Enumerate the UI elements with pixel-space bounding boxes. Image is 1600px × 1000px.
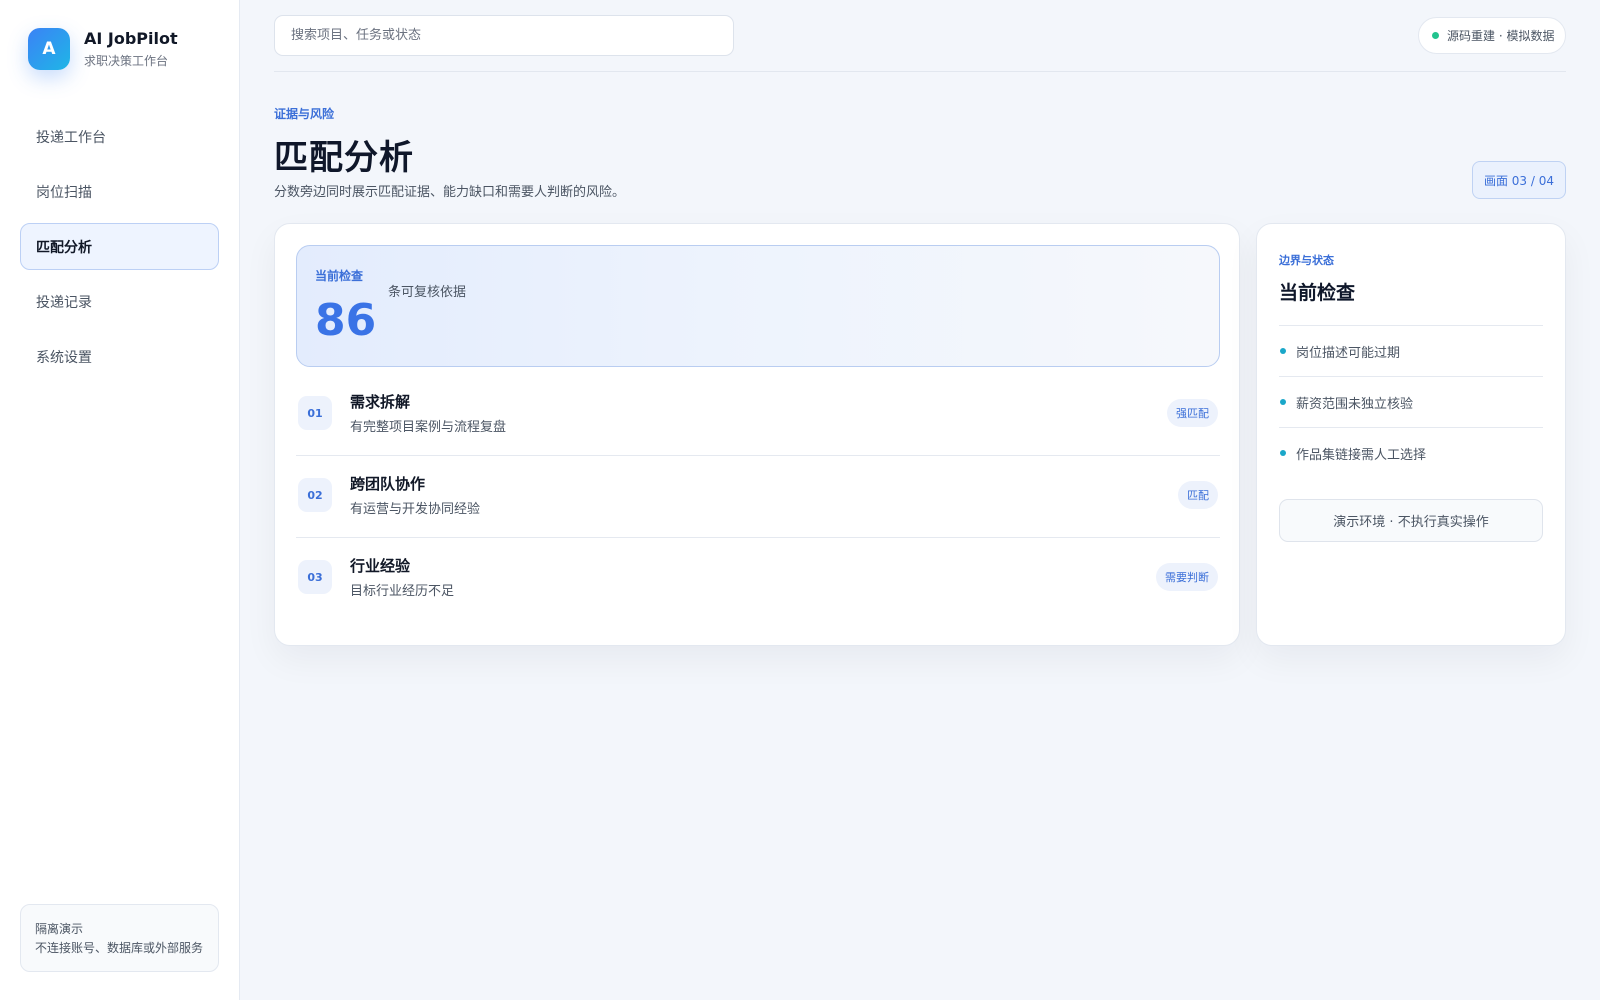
page-eyebrow: 证据与风险 [274, 107, 335, 121]
metric-caption: 条可复核依据 [388, 285, 467, 300]
risk-item: 岗位描述可能过期 [1279, 325, 1543, 376]
sidebar-item-match-analysis[interactable]: 匹配分析 [20, 223, 219, 270]
match-tag: 匹配 [1178, 481, 1218, 509]
row-title: 行业经验 [350, 557, 411, 575]
match-tag: 需要判断 [1156, 563, 1218, 591]
isolation-note: 隔离演示 不连接账号、数据库或外部服务 [20, 904, 219, 972]
sidebar: A AI JobPilot 求职决策工作台 投递工作台 岗位扫描 匹配分析 投递… [0, 0, 240, 1000]
risk-item-text: 作品集链接需人工选择 [1296, 447, 1427, 463]
risk-item-text: 岗位描述可能过期 [1296, 345, 1401, 361]
metric-label: 当前检查 [315, 269, 364, 283]
risk-item: 作品集链接需人工选择 [1279, 427, 1543, 478]
row-description: 目标行业经历不足 [350, 584, 455, 599]
status-pill: 源码重建 · 模拟数据 [1418, 17, 1566, 54]
risk-item: 薪资范围未独立核验 [1279, 376, 1543, 427]
row-number: 03 [298, 560, 332, 594]
metric-value: 86 [315, 295, 377, 346]
row-title: 跨团队协作 [350, 475, 426, 493]
status-dot-icon [1432, 32, 1439, 39]
bullet-icon [1280, 348, 1286, 354]
screen-badge: 画面 03 / 04 [1472, 161, 1566, 199]
search-input[interactable] [274, 15, 734, 56]
status-text: 源码重建 · 模拟数据 [1447, 29, 1555, 43]
top-divider [274, 71, 1566, 72]
sidebar-nav: 投递工作台 岗位扫描 匹配分析 投递记录 系统设置 [20, 113, 219, 388]
list-item[interactable]: 02 跨团队协作 有运营与开发协同经验 匹配 [296, 456, 1220, 538]
isolation-note-text: 不连接账号、数据库或外部服务 [35, 941, 204, 955]
sidebar-item-dashboard[interactable]: 投递工作台 [20, 113, 219, 160]
sidebar-item-settings[interactable]: 系统设置 [20, 333, 219, 380]
sidebar-item-job-scan[interactable]: 岗位扫描 [20, 168, 219, 215]
row-number: 01 [298, 396, 332, 430]
side-eyebrow: 边界与状态 [1279, 254, 1334, 267]
match-tag: 强匹配 [1167, 399, 1218, 427]
isolation-note-title: 隔离演示 [35, 922, 84, 936]
boundary-card: 边界与状态 当前检查 岗位描述可能过期 薪资范围未独立核验 作品集链接需人工选择… [1256, 223, 1566, 646]
side-title: 当前检查 [1279, 282, 1356, 304]
page-description: 分数旁边同时展示匹配证据、能力缺口和需要人判断的风险。 [274, 185, 626, 200]
row-title: 需求拆解 [350, 393, 411, 411]
app-title: AI JobPilot [84, 29, 178, 48]
row-number: 02 [298, 478, 332, 512]
app-subtitle: 求职决策工作台 [84, 54, 169, 68]
row-description: 有完整项目案例与流程复盘 [350, 420, 507, 435]
row-description: 有运营与开发协同经验 [350, 502, 481, 517]
bullet-icon [1280, 450, 1286, 456]
metric-panel: 当前检查 86 条可复核依据 [296, 245, 1220, 367]
demo-environment-notice: 演示环境 · 不执行真实操作 [1279, 499, 1543, 542]
brand[interactable]: A AI JobPilot 求职决策工作台 [28, 28, 178, 70]
bullet-icon [1280, 399, 1286, 405]
sidebar-item-application-log[interactable]: 投递记录 [20, 278, 219, 325]
match-card: 当前检查 86 条可复核依据 01 需求拆解 有完整项目案例与流程复盘 强匹配 … [274, 223, 1240, 646]
risk-list: 岗位描述可能过期 薪资范围未独立核验 作品集链接需人工选择 [1279, 325, 1543, 478]
list-item[interactable]: 03 行业经验 目标行业经历不足 需要判断 [296, 538, 1220, 620]
page-title: 匹配分析 [274, 138, 414, 178]
app-logo-icon: A [28, 28, 70, 70]
list-item[interactable]: 01 需求拆解 有完整项目案例与流程复盘 强匹配 [296, 374, 1220, 456]
risk-item-text: 薪资范围未独立核验 [1296, 396, 1414, 412]
